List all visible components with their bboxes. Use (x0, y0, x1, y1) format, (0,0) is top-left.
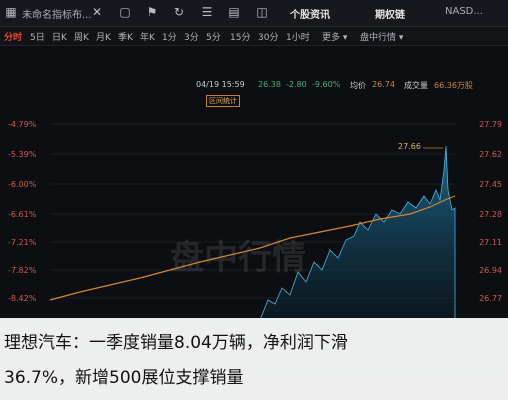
high-marker-label: 27.66 (396, 142, 423, 151)
tab-daily[interactable]: 日K (52, 30, 67, 43)
tab-5d[interactable]: 5日 (30, 30, 45, 43)
tab-weekly[interactable]: 周K (74, 30, 89, 43)
left-axis-tick: -6.00% (8, 180, 37, 189)
headline-line-2: 36.7%，新增500展位支撑销量 (4, 368, 244, 388)
top-toolbar: ▦ 未命名指标布... ✕ ▢ ⚑ ↻ ☰ ▤ ◫ 个股资讯 期权链 NASD.… (0, 0, 508, 27)
left-axis-tick: -4.79% (8, 120, 37, 129)
news-headline: 理想汽车：一季度销量8.04万辆，净利润下滑 36.7%，新增500展位支撑销量 (0, 318, 508, 400)
refresh-icon[interactable]: ↻ (172, 5, 186, 19)
tab-quarterly[interactable]: 季K (118, 30, 133, 43)
tab-yearly[interactable]: 年K (140, 30, 155, 43)
tab-1hour[interactable]: 1小时 (286, 30, 310, 43)
tab-3min[interactable]: 3分 (184, 30, 199, 43)
right-axis-tick: 27.79 (479, 120, 502, 129)
tab-30min[interactable]: 30分 (258, 30, 278, 43)
quote-change: -2.80 (286, 80, 307, 89)
right-axis-tick: 27.28 (479, 210, 502, 219)
left-axis-tick: -7.82% (8, 266, 37, 275)
tab-intraday-quotes[interactable]: 盘中行情 ▾ (360, 30, 403, 43)
quote-time: 04/19 15:59 (196, 80, 245, 89)
left-axis-tick: -6.61% (8, 210, 37, 219)
volume-value: 66.36万股 (434, 81, 473, 90)
quote-price: 26.38 (258, 80, 281, 89)
options-chain-tab[interactable]: 期权链 (375, 6, 405, 21)
interval-stats-button[interactable]: 区间统计 (206, 95, 240, 107)
volume-label: 成交量 (404, 81, 428, 90)
right-axis-tick: 27.62 (479, 150, 502, 159)
watermark: 盘中行情 (170, 238, 306, 278)
split-icon[interactable]: ▤ (227, 5, 241, 19)
grid-icon[interactable]: ▦ (4, 5, 18, 19)
indicator-title[interactable]: 未命名指标布... (22, 6, 92, 21)
chart-period-tabs: 分时 5日 日K 周K 月K 季K 年K 1分 3分 5分 15分 30分 1小… (0, 27, 508, 46)
right-axis-tick: 26.94 (479, 266, 502, 275)
left-axis-tick: -7.21% (8, 238, 37, 247)
close-icon[interactable]: ✕ (90, 5, 104, 19)
tab-15min[interactable]: 15分 (230, 30, 250, 43)
left-axis-tick: -5.39% (8, 150, 37, 159)
window-icon[interactable]: ◫ (255, 5, 269, 19)
layout-icon[interactable]: ▢ (118, 5, 132, 19)
avg-label: 均价 (350, 81, 366, 90)
right-axis-tick: 26.77 (479, 294, 502, 303)
tab-1min[interactable]: 1分 (162, 30, 177, 43)
left-axis-tick: -8.42% (8, 294, 37, 303)
quote-info-bar: 04/19 15:59 26.38 -2.80 -9.60% 均价 26.74 … (0, 80, 508, 94)
avg-value: 26.74 (372, 80, 395, 89)
tab-5min[interactable]: 5分 (206, 30, 221, 43)
right-axis-tick: 27.45 (479, 180, 502, 189)
right-axis-tick: 27.11 (479, 238, 502, 247)
bookmark-icon[interactable]: ⚑ (145, 5, 159, 19)
exchange-label[interactable]: NASD... (445, 6, 483, 17)
headline-line-1: 理想汽车：一季度销量8.04万辆，净利润下滑 (4, 333, 348, 353)
tab-intraday[interactable]: 分时 (4, 30, 22, 43)
quote-change-pct: -9.60% (312, 80, 341, 89)
page-title[interactable]: 个股资讯 (290, 6, 330, 21)
tab-monthly[interactable]: 月K (96, 30, 111, 43)
tab-more[interactable]: 更多 ▾ (322, 30, 347, 43)
menu-icon[interactable]: ☰ (200, 5, 214, 19)
